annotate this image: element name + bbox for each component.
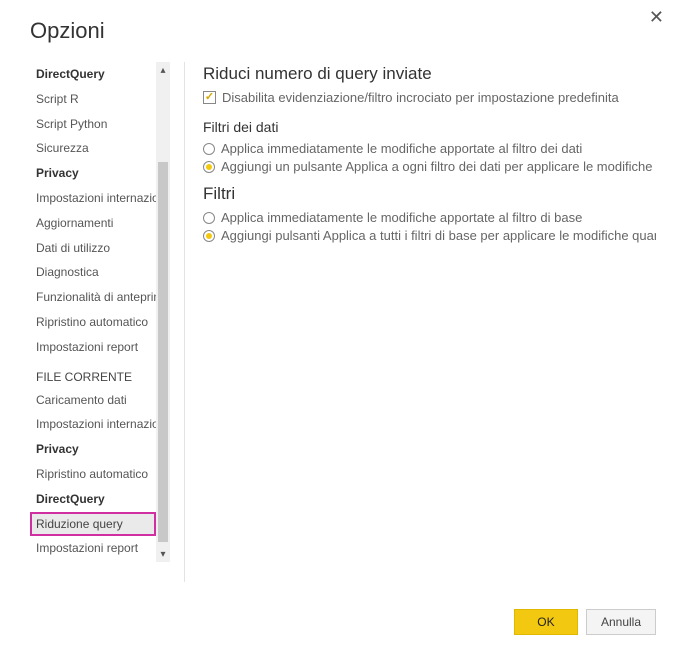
radio-aggiungi-pulsante-dati[interactable]	[203, 161, 215, 173]
sidebar-item-script-python[interactable]: Script Python	[30, 112, 156, 137]
sidebar-item-aggiornamenti[interactable]: Aggiornamenti	[30, 211, 156, 236]
radio-applica-immediatamente-base[interactable]	[203, 212, 215, 224]
sidebar-item-directquery[interactable]: DirectQuery	[30, 62, 156, 87]
sidebar-item-internazionali-2[interactable]: Impostazioni internazionali	[30, 412, 156, 437]
ok-button[interactable]: OK	[514, 609, 578, 635]
section-heading-riduci: Riduci numero di query inviate	[203, 64, 656, 84]
sidebar-item-internazionali[interactable]: Impostazioni internazionali	[30, 186, 156, 211]
sidebar-item-privacy-2[interactable]: Privacy	[30, 437, 156, 462]
dialog-title: Opzioni	[30, 18, 656, 44]
sidebar-item-ripristino[interactable]: Ripristino automatico	[30, 310, 156, 335]
sidebar-item-sicurezza[interactable]: Sicurezza	[30, 136, 156, 161]
divider	[184, 62, 185, 582]
sidebar-item-report-2[interactable]: Impostazioni report	[30, 536, 156, 561]
sidebar-item-script-r[interactable]: Script R	[30, 87, 156, 112]
radio-label: Applica immediatamente le modifiche appo…	[221, 141, 582, 156]
content-panel: Riduci numero di query inviate Disabilit…	[203, 62, 656, 582]
sidebar-item-riduzione-query[interactable]: Riduzione query	[30, 512, 156, 537]
checkbox-disabilita-evidenziazione[interactable]	[203, 91, 216, 104]
scroll-thumb[interactable]	[158, 162, 168, 542]
radio-applica-immediatamente-dati[interactable]	[203, 143, 215, 155]
sidebar-item-anteprima[interactable]: Funzionalità di anteprima	[30, 285, 156, 310]
radio-label: Aggiungi pulsanti Applica a tutti i filt…	[221, 228, 656, 243]
radio-label: Applica immediatamente le modifiche appo…	[221, 210, 582, 225]
section-heading-filtri-dati: Filtri dei dati	[203, 119, 656, 135]
close-icon[interactable]: ✕	[649, 8, 664, 26]
sidebar-item-ripristino-2[interactable]: Ripristino automatico	[30, 462, 156, 487]
scroll-up-icon[interactable]: ▴	[156, 62, 170, 78]
radio-label: Aggiungi un pulsante Applica a ogni filt…	[221, 159, 656, 174]
sidebar: DirectQuery Script R Script Python Sicur…	[30, 62, 156, 562]
radio-aggiungi-pulsanti-base[interactable]	[203, 230, 215, 242]
section-heading-filtri: Filtri	[203, 184, 656, 204]
scroll-down-icon[interactable]: ▾	[156, 546, 170, 562]
sidebar-item-report[interactable]: Impostazioni report	[30, 335, 156, 360]
cancel-button[interactable]: Annulla	[586, 609, 656, 635]
sidebar-group-file-corrente: FILE CORRENTE	[30, 360, 156, 388]
sidebar-item-dati-utilizzo[interactable]: Dati di utilizzo	[30, 236, 156, 261]
sidebar-scrollbar[interactable]: ▴ ▾	[156, 62, 170, 562]
checkbox-label: Disabilita evidenziazione/filtro incroci…	[222, 90, 619, 105]
sidebar-item-diagnostica[interactable]: Diagnostica	[30, 260, 156, 285]
sidebar-item-directquery-2[interactable]: DirectQuery	[30, 487, 156, 512]
sidebar-item-caricamento[interactable]: Caricamento dati	[30, 388, 156, 413]
sidebar-item-privacy[interactable]: Privacy	[30, 161, 156, 186]
